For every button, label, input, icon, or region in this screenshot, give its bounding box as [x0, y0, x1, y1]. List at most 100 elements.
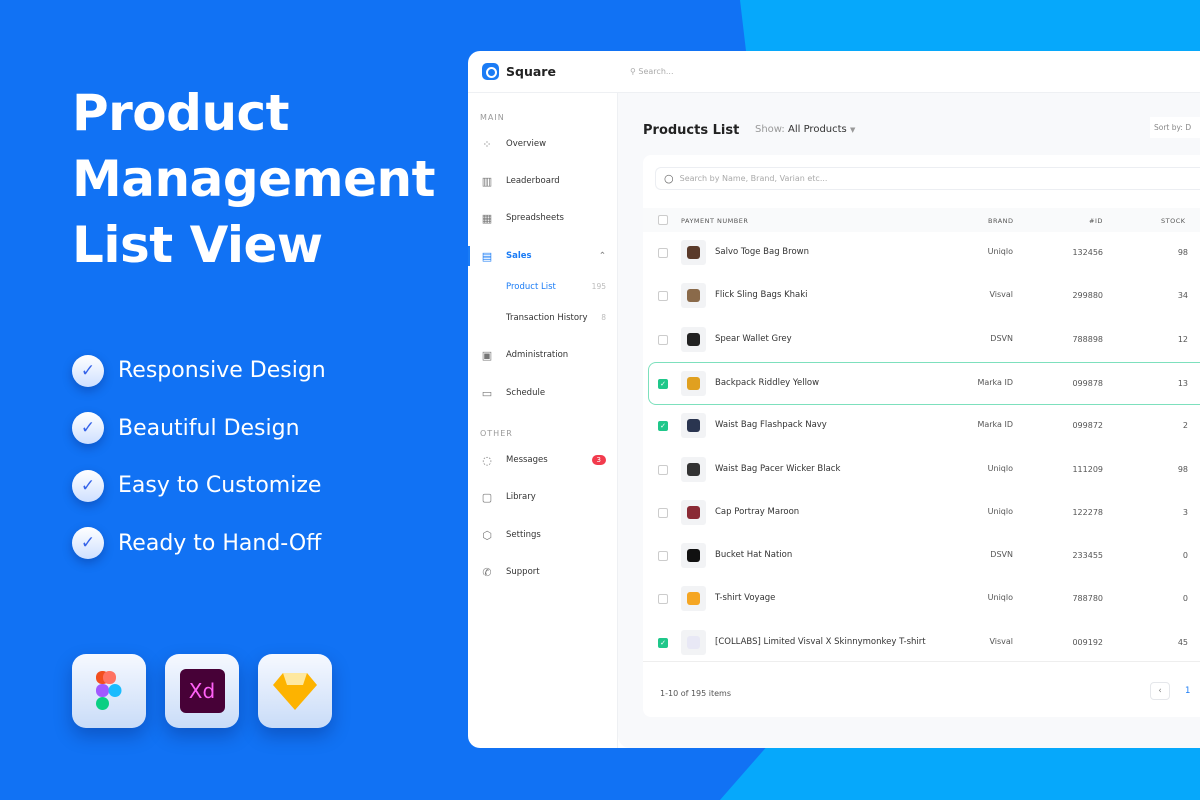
sidebar-item-overview[interactable]: ⁘ Overview	[468, 134, 618, 154]
product-image	[687, 505, 700, 519]
xd-label: Xd	[179, 669, 225, 713]
hero-title: Product Management List View	[72, 80, 436, 278]
table-row[interactable]: Bucket Hat Nation DSVN 233455 0	[643, 535, 1200, 578]
table-row[interactable]: Cap Portray Maroon Uniqlo 122278 3	[643, 492, 1200, 535]
product-name[interactable]: Spear Wallet Grey	[715, 334, 792, 344]
subnav-label: Transaction History	[506, 313, 588, 323]
table-search-input[interactable]: ○ Search by Name, Brand, Varian etc...	[655, 167, 1200, 190]
product-name[interactable]: Cap Portray Maroon	[715, 507, 799, 517]
product-image	[687, 549, 700, 563]
product-stock: 0	[1182, 594, 1188, 604]
product-thumbnail	[681, 240, 706, 265]
sidebar-item-sales[interactable]: ▤ Sales ⌃	[468, 246, 618, 266]
feature-item: ✓ Responsive Design	[72, 342, 326, 400]
nav-label: Sales	[506, 251, 532, 261]
row-checkbox[interactable]	[658, 507, 668, 518]
sidebar-item-settings[interactable]: ⬡ Settings	[468, 525, 618, 545]
row-checkbox[interactable]: ✓	[658, 421, 668, 432]
product-name[interactable]: Flick Sling Bags Khaki	[715, 290, 808, 300]
chevron-up-icon[interactable]: ⌃	[599, 251, 606, 261]
sidebar-item-leaderboard[interactable]: ▥ Leaderboard	[468, 171, 618, 191]
sidebar-subitem-product-list[interactable]: Product List 195	[506, 282, 606, 292]
table-row[interactable]: T-shirt Voyage Uniqlo 788780 0	[643, 578, 1200, 621]
search-icon: ⚲	[630, 67, 636, 76]
sidebar-item-messages[interactable]: ◌ Messages 3	[468, 450, 618, 470]
book-icon: ▢	[481, 490, 493, 504]
product-thumbnail	[681, 456, 706, 482]
app-name: Square	[506, 64, 556, 79]
row-checkbox[interactable]	[658, 464, 668, 475]
table-header: PAYMENT NUMBER BRAND #ID STOCK	[643, 208, 1200, 232]
product-id: 122278	[1072, 507, 1103, 517]
nav-label: Spreadsheets	[506, 213, 564, 223]
row-checkbox[interactable]	[658, 248, 668, 258]
product-name[interactable]: Backpack Riddley Yellow	[715, 378, 819, 388]
product-brand: DSVN	[990, 333, 1013, 343]
sidebar-item-administration[interactable]: ▣ Administration	[468, 345, 618, 365]
product-name[interactable]: Waist Bag Flashpack Navy	[715, 420, 827, 430]
prev-page-button[interactable]: ‹	[1150, 682, 1170, 700]
global-search-input[interactable]: ⚲ Search...	[630, 67, 674, 76]
page-number-button[interactable]: 1	[1185, 686, 1190, 696]
product-stock: 98	[1177, 464, 1188, 474]
sidebar-item-spreadsheets[interactable]: ▦ Spreadsheets	[468, 208, 618, 228]
search-placeholder: Search...	[638, 67, 674, 76]
subnav-count: 195	[591, 282, 606, 291]
row-checkbox[interactable]: ✓	[658, 378, 668, 389]
nav-label: Leaderboard	[506, 176, 560, 186]
row-checkbox[interactable]	[658, 594, 668, 605]
product-name[interactable]: Waist Bag Pacer Wicker Black	[715, 464, 840, 474]
check-icon: ✓	[72, 469, 104, 502]
table-row[interactable]: Spear Wallet Grey DSVN 788898 12	[643, 319, 1200, 362]
row-checkbox[interactable]	[658, 334, 668, 345]
adobe-xd-icon: Xd	[165, 654, 239, 728]
nav-label: Administration	[506, 350, 569, 360]
product-name[interactable]: Bucket Hat Nation	[715, 550, 792, 560]
product-name[interactable]: Salvo Toge Bag Brown	[715, 247, 809, 257]
nav-label: Overview	[506, 139, 547, 149]
table-row[interactable]: Flick Sling Bags Khaki Visval 299880 34	[643, 275, 1200, 318]
product-image	[687, 289, 700, 303]
app-logo[interactable]: Square	[468, 63, 618, 80]
show-value: All Products	[788, 124, 847, 135]
hero-line: Management	[72, 150, 436, 208]
column-header: PAYMENT NUMBER	[681, 217, 749, 225]
products-table-card: ○ Search by Name, Brand, Varian etc... PA…	[643, 155, 1200, 717]
product-brand: Visval	[989, 636, 1013, 646]
product-name[interactable]: T-shirt Voyage	[715, 593, 775, 603]
product-stock: 13	[1177, 378, 1188, 388]
table-row[interactable]: ✓ [COLLABS] Limited Visval X Skinnymonke…	[643, 622, 1200, 665]
product-stock: 98	[1177, 248, 1188, 257]
sidebar-item-library[interactable]: ▢ Library	[468, 487, 618, 507]
table-row[interactable]: Salvo Toge Bag Brown Uniqlo 132456 98	[643, 232, 1200, 275]
select-all-checkbox[interactable]	[658, 215, 668, 225]
table-icon: ▦	[481, 211, 493, 225]
product-thumbnail	[681, 543, 706, 569]
product-brand: Marka ID	[977, 420, 1013, 430]
section-label-other: OTHER	[480, 429, 513, 438]
table-row[interactable]: ✓ Backpack Riddley Yellow Marka ID 09987…	[648, 361, 1200, 405]
pagination-summary: 1-10 of 195 items	[660, 689, 732, 698]
sidebar-subitem-transaction-history[interactable]: Transaction History 8	[506, 313, 606, 323]
feature-list: ✓ Responsive Design ✓ Beautiful Design ✓ Ea…	[72, 342, 326, 572]
show-filter-dropdown[interactable]: Show: All Products ▼	[755, 124, 855, 135]
sidebar-item-schedule[interactable]: ▭ Schedule	[468, 383, 618, 403]
row-checkbox[interactable]	[658, 551, 668, 562]
row-checkbox[interactable]	[658, 291, 668, 302]
row-checkbox[interactable]: ✓	[658, 637, 668, 648]
sidebar-item-support[interactable]: ✆ Support	[468, 562, 618, 582]
product-id: 788898	[1072, 334, 1103, 344]
product-id: 233455	[1072, 551, 1103, 561]
top-bar: Square ⚲ Search...	[468, 51, 1200, 93]
check-icon: ✓	[72, 527, 104, 560]
table-row[interactable]: ✓ Waist Bag Flashpack Navy Marka ID 0998…	[643, 405, 1200, 448]
check-icon: ✓	[72, 412, 104, 445]
sort-dropdown[interactable]: Sort by: D	[1150, 117, 1200, 138]
product-image	[687, 462, 700, 476]
table-row[interactable]: Waist Bag Pacer Wicker Black Uniqlo 1112…	[643, 449, 1200, 492]
product-id: 009192	[1072, 637, 1103, 647]
product-brand: DSVN	[990, 550, 1013, 560]
product-brand: Uniqlo	[987, 593, 1013, 603]
product-name[interactable]: [COLLABS] Limited Visval X Skinnymonkey …	[715, 637, 926, 647]
calendar-icon: ▭	[481, 386, 493, 400]
